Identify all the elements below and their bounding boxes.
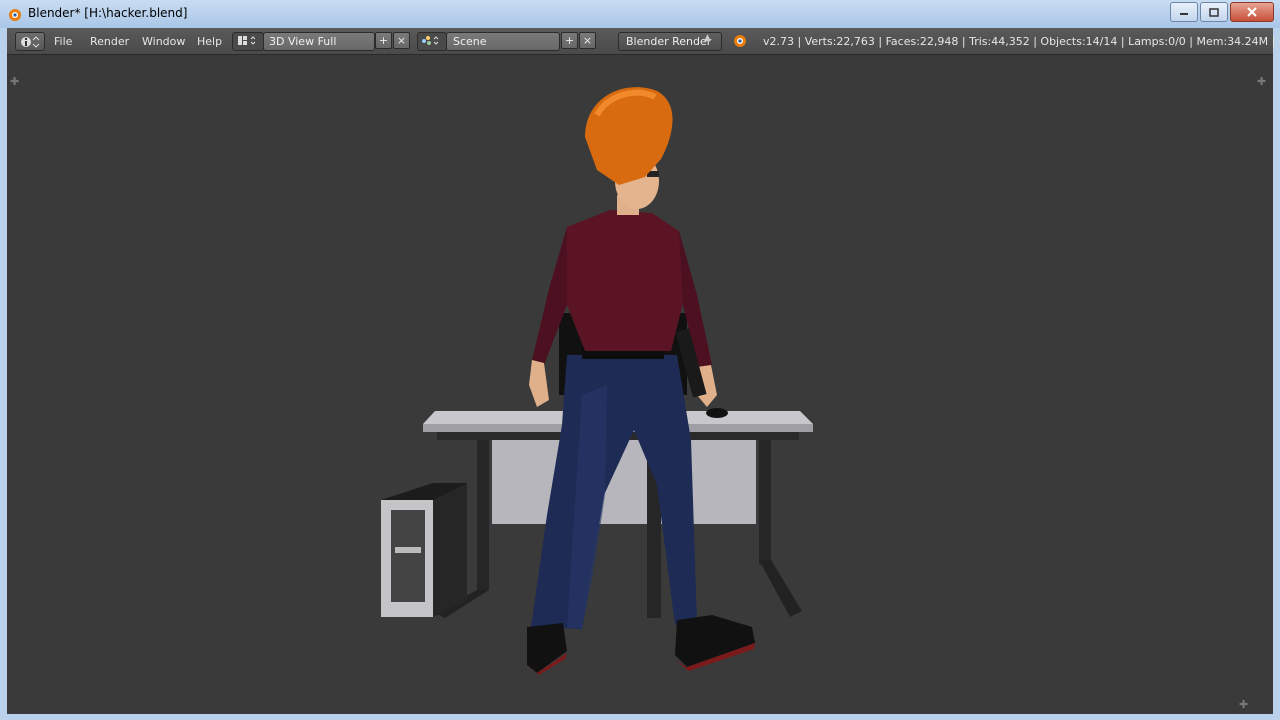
scene-render (381, 87, 813, 675)
delete-scene-button[interactable]: × (579, 32, 596, 49)
screen-layout-name[interactable]: 3D View Full (269, 35, 336, 48)
x-icon: × (396, 34, 407, 47)
info-icon (21, 35, 40, 48)
scene-name[interactable]: Scene (453, 35, 487, 48)
computer-mouse (706, 408, 728, 418)
window-frame-bottom (0, 714, 1280, 720)
screen-layout-selector[interactable] (232, 32, 264, 51)
editor-type-button[interactable] (15, 32, 45, 51)
scene-statistics: v2.73 | Verts:22,763 | Faces:22,948 | Tr… (763, 35, 1280, 48)
window-frame-left (0, 28, 7, 720)
screen-layout-icon (238, 36, 256, 45)
close-icon (1247, 7, 1257, 17)
scene-selector[interactable] (417, 32, 447, 51)
maximize-button[interactable] (1200, 2, 1228, 22)
blender-logo-icon (8, 7, 22, 21)
minimize-button[interactable] (1170, 2, 1198, 22)
minimize-icon (1180, 13, 1188, 15)
window-title: Blender* [H:\hacker.blend] (28, 6, 188, 20)
add-screen-button[interactable]: + (375, 32, 392, 49)
close-window-button[interactable] (1230, 2, 1274, 22)
window-frame-right (1273, 28, 1280, 720)
pc-tower (381, 483, 467, 617)
3d-viewport[interactable]: ✚ ✚ ✚ (7, 55, 1273, 714)
menu-render[interactable]: Render (90, 35, 129, 48)
render-engine-label[interactable]: Blender Render (626, 35, 711, 48)
menu-window[interactable]: Window (142, 35, 185, 48)
menu-file[interactable]: File (54, 35, 72, 48)
menu-help[interactable]: Help (197, 35, 222, 48)
add-scene-button[interactable]: + (561, 32, 578, 49)
plus-icon: + (564, 34, 575, 47)
plus-icon: + (378, 34, 389, 47)
maximize-icon (1209, 7, 1219, 17)
x-icon: × (582, 34, 593, 47)
delete-screen-button[interactable]: × (393, 32, 410, 49)
scene-icon (422, 36, 439, 45)
blender-logo-icon (733, 34, 747, 51)
window-titlebar: Blender* [H:\hacker.blend] (0, 0, 1280, 29)
dropdown-arrows-icon: ▲ (704, 33, 711, 43)
info-header: File Render Window Help 3D View Full + ×… (7, 28, 1280, 55)
